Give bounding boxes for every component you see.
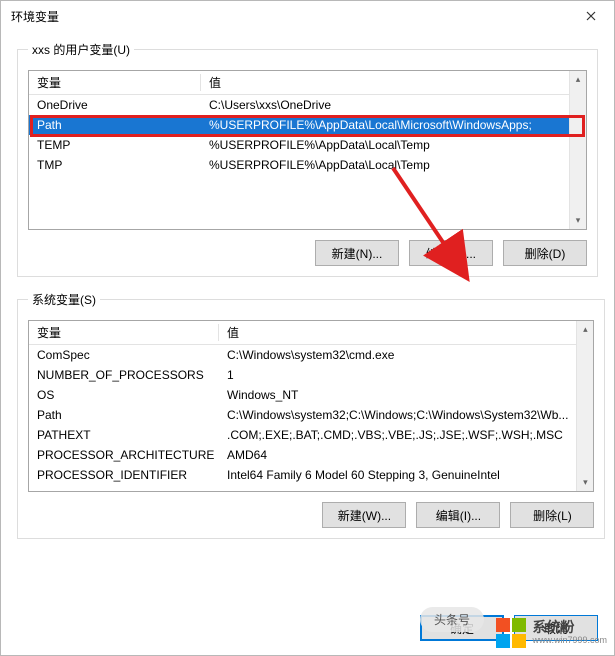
user-delete-button[interactable]: 删除(D) xyxy=(503,240,587,266)
sys-vars-buttons: 新建(W)... 编辑(I)... 删除(L) xyxy=(28,502,594,528)
scroll-down-icon[interactable]: ▾ xyxy=(570,212,586,229)
cell-value: Intel64 Family 6 Model 60 Stepping 3, Ge… xyxy=(219,468,576,482)
sys-vars-group: 系统变量(S) 变量 值 ComSpecC:\Windows\system32\… xyxy=(17,291,605,539)
scroll-down-icon[interactable]: ▾ xyxy=(577,474,593,491)
table-row[interactable]: TEMP%USERPROFILE%\AppData\Local\Temp xyxy=(29,135,569,155)
table-row[interactable]: PROCESSOR_IDENTIFIERIntel64 Family 6 Mod… xyxy=(29,465,576,485)
table-row[interactable]: PathC:\Windows\system32;C:\Windows;C:\Wi… xyxy=(29,405,576,425)
table-row[interactable]: PATHEXT.COM;.EXE;.BAT;.CMD;.VBS;.VBE;.JS… xyxy=(29,425,576,445)
close-icon xyxy=(586,11,596,21)
cell-name: Path xyxy=(29,408,219,422)
sys-edit-button[interactable]: 编辑(I)... xyxy=(416,502,500,528)
cell-value: C:\Windows\system32\cmd.exe xyxy=(219,348,576,362)
cell-name: OneDrive xyxy=(29,98,201,112)
cell-name: TMP xyxy=(29,158,201,172)
user-vars-group: xxs 的用户变量(U) 变量 值 OneDriveC:\Users\xxs\O… xyxy=(17,41,598,277)
user-vars-grid[interactable]: 变量 值 OneDriveC:\Users\xxs\OneDrivePath%U… xyxy=(28,70,587,230)
cell-name: TEMP xyxy=(29,138,201,152)
sys-vars-grid[interactable]: 变量 值 ComSpecC:\Windows\system32\cmd.exeN… xyxy=(28,320,594,492)
scroll-track[interactable] xyxy=(570,88,586,212)
sys-delete-button[interactable]: 删除(L) xyxy=(510,502,594,528)
cell-value: AMD64 xyxy=(219,448,576,462)
col-header-name[interactable]: 变量 xyxy=(29,74,201,91)
cell-name: PROCESSOR_ARCHITECTURE xyxy=(29,448,219,462)
table-row[interactable]: OneDriveC:\Users\xxs\OneDrive xyxy=(29,95,569,115)
user-grid-header: 变量 值 xyxy=(29,71,569,95)
cell-name: OS xyxy=(29,388,219,402)
table-row[interactable]: ComSpecC:\Windows\system32\cmd.exe xyxy=(29,345,576,365)
env-vars-window: 环境变量 xxs 的用户变量(U) 变量 值 OneDriveC:\Users\… xyxy=(0,0,615,656)
user-vars-legend: xxs 的用户变量(U) xyxy=(28,41,134,58)
sys-grid-rows: ComSpecC:\Windows\system32\cmd.exeNUMBER… xyxy=(29,345,576,485)
ok-button[interactable]: 确定 xyxy=(420,615,504,641)
user-vars-buttons: 新建(N)... 编辑(E)... 删除(D) xyxy=(28,240,587,266)
table-row[interactable]: NUMBER_OF_PROCESSORS1 xyxy=(29,365,576,385)
sys-vars-legend: 系统变量(S) xyxy=(28,291,100,308)
cell-name: NUMBER_OF_PROCESSORS xyxy=(29,368,219,382)
cancel-button[interactable]: 取消 xyxy=(514,615,598,641)
col-header-name[interactable]: 变量 xyxy=(29,324,219,341)
dialog-footer: 确定 取消 xyxy=(1,609,614,655)
window-title: 环境变量 xyxy=(11,8,59,25)
cell-value: .COM;.EXE;.BAT;.CMD;.VBS;.VBE;.JS;.JSE;.… xyxy=(219,428,576,442)
col-header-value[interactable]: 值 xyxy=(219,324,576,341)
cell-value: %USERPROFILE%\AppData\Local\Temp xyxy=(201,158,569,172)
client-area: xxs 的用户变量(U) 变量 值 OneDriveC:\Users\xxs\O… xyxy=(1,31,614,609)
cell-value: Windows_NT xyxy=(219,388,576,402)
vertical-scrollbar[interactable]: ▴ ▾ xyxy=(576,321,593,491)
close-button[interactable] xyxy=(568,1,614,31)
user-edit-button[interactable]: 编辑(E)... xyxy=(409,240,493,266)
cell-value: %USERPROFILE%\AppData\Local\Microsoft\Wi… xyxy=(201,118,569,132)
vertical-scrollbar[interactable]: ▴ ▾ xyxy=(569,71,586,229)
scroll-up-icon[interactable]: ▴ xyxy=(577,321,593,338)
cell-name: PATHEXT xyxy=(29,428,219,442)
cell-value: C:\Windows\system32;C:\Windows;C:\Window… xyxy=(219,408,576,422)
table-row[interactable]: TMP%USERPROFILE%\AppData\Local\Temp xyxy=(29,155,569,175)
sys-grid-header: 变量 值 xyxy=(29,321,576,345)
sys-new-button[interactable]: 新建(W)... xyxy=(322,502,406,528)
table-row[interactable]: PROCESSOR_ARCHITECTUREAMD64 xyxy=(29,445,576,465)
user-new-button[interactable]: 新建(N)... xyxy=(315,240,399,266)
col-header-value[interactable]: 值 xyxy=(201,74,569,91)
cell-value: %USERPROFILE%\AppData\Local\Temp xyxy=(201,138,569,152)
cell-value: C:\Users\xxs\OneDrive xyxy=(201,98,569,112)
user-grid-rows: OneDriveC:\Users\xxs\OneDrivePath%USERPR… xyxy=(29,95,569,175)
titlebar: 环境变量 xyxy=(1,1,614,31)
cell-name: PROCESSOR_IDENTIFIER xyxy=(29,468,219,482)
cell-name: ComSpec xyxy=(29,348,219,362)
scroll-track[interactable] xyxy=(577,338,593,474)
scroll-up-icon[interactable]: ▴ xyxy=(570,71,586,88)
table-row[interactable]: Path%USERPROFILE%\AppData\Local\Microsof… xyxy=(29,115,569,135)
table-row[interactable]: OSWindows_NT xyxy=(29,385,576,405)
cell-name: Path xyxy=(29,118,201,132)
cell-value: 1 xyxy=(219,368,576,382)
